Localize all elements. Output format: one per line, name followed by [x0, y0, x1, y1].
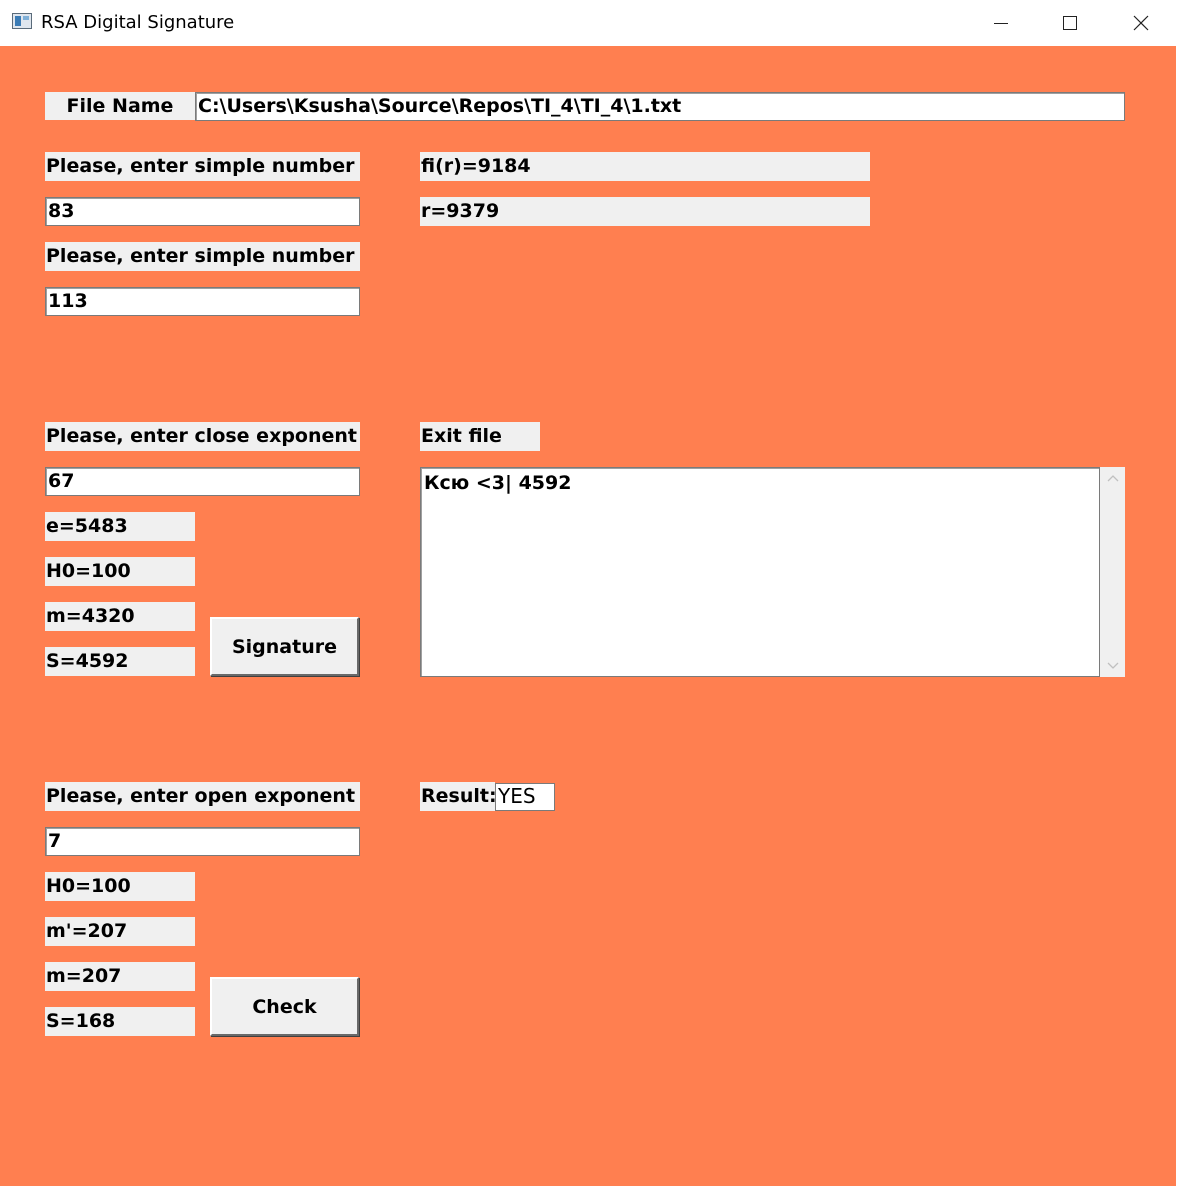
close-icon: [1133, 15, 1149, 31]
scroll-up-button[interactable]: [1100, 467, 1125, 489]
d-input[interactable]: 67: [45, 467, 360, 496]
sign-m-value: m=4320: [45, 602, 195, 631]
check-m-value: m=207: [45, 962, 195, 991]
check-h0-value: H0=100: [45, 872, 195, 901]
open-e-label: Please, enter open exponent e: [45, 782, 360, 811]
chevron-up-icon: [1107, 475, 1118, 482]
exit-file-textarea[interactable]: Ксю <3| 4592: [420, 467, 1100, 677]
sign-h0-value: H0=100: [45, 557, 195, 586]
file-name-label: File Name: [45, 92, 195, 120]
sign-e-value: e=5483: [45, 512, 195, 541]
result-value-field: YES: [495, 783, 555, 811]
app-window: RSA Digital Signature File Name C:\Users…: [0, 0, 1178, 1186]
signature-button[interactable]: Signature: [210, 617, 359, 676]
p-input[interactable]: 83: [45, 197, 360, 226]
check-button[interactable]: Check: [210, 977, 359, 1036]
result-label: Result:: [420, 782, 495, 811]
minimize-icon: [994, 23, 1008, 24]
app-window-icon: [12, 13, 32, 29]
window-title: RSA Digital Signature: [41, 12, 235, 33]
check-m-prime-value: m'=207: [45, 917, 195, 946]
q-label: Please, enter simple number q: [45, 242, 360, 271]
chevron-down-icon: [1107, 662, 1118, 669]
p-label: Please, enter simple number p: [45, 152, 360, 181]
form-client-area: File Name C:\Users\Ksusha\Source\Repos\T…: [0, 46, 1176, 1186]
r-value: r=9379: [420, 197, 870, 226]
maximize-button[interactable]: [1047, 0, 1093, 46]
check-s-value: S=168: [45, 1007, 195, 1036]
close-button[interactable]: [1118, 0, 1164, 46]
minimize-button[interactable]: [978, 0, 1024, 46]
exit-file-content: Ксю <3| 4592: [424, 472, 572, 494]
d-label: Please, enter close exponent d: [45, 422, 360, 451]
q-input[interactable]: 113: [45, 287, 360, 316]
open-e-input[interactable]: 7: [45, 827, 360, 856]
sign-s-value: S=4592: [45, 647, 195, 676]
exit-file-scrollbar[interactable]: [1100, 467, 1125, 677]
scroll-down-button[interactable]: [1100, 655, 1125, 677]
maximize-icon: [1063, 16, 1077, 30]
title-bar[interactable]: RSA Digital Signature: [0, 0, 1178, 46]
file-path-field[interactable]: C:\Users\Ksusha\Source\Repos\TI_4\TI_4\1…: [195, 92, 1125, 121]
exit-file-label: Exit file: [420, 422, 540, 451]
fi-r-value: fi(r)=9184: [420, 152, 870, 181]
